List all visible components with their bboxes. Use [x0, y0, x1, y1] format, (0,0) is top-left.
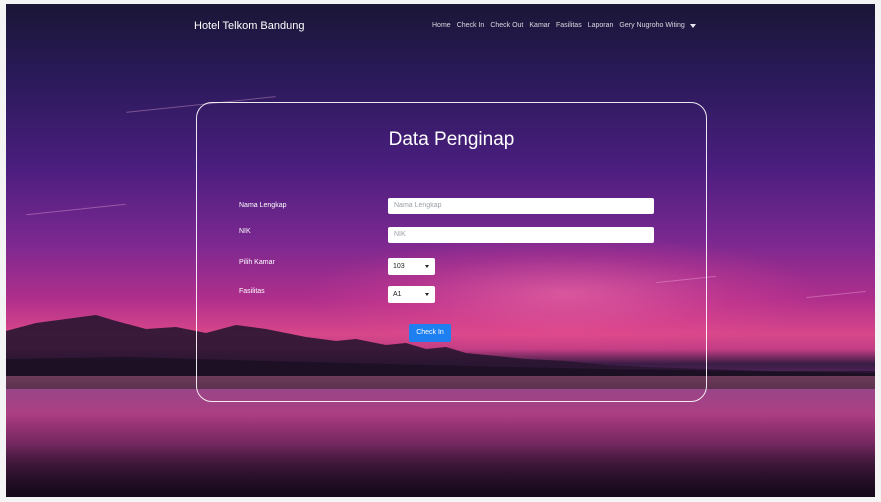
- fasilitas-select-value: A1: [393, 291, 402, 298]
- kamar-label: Pilih Kamar: [239, 259, 275, 266]
- navbar: Hotel Telkom Bandung Home Check In Check…: [6, 4, 875, 50]
- kamar-select-value: 103: [393, 263, 405, 270]
- nik-input[interactable]: [388, 227, 654, 243]
- nav-link-fasilitas[interactable]: Fasilitas: [556, 22, 582, 29]
- brand-title[interactable]: Hotel Telkom Bandung: [194, 20, 304, 32]
- light-streak: [26, 203, 126, 216]
- check-in-button[interactable]: Check In: [409, 324, 451, 342]
- caret-down-icon: [689, 23, 696, 28]
- nama-input[interactable]: [388, 198, 654, 214]
- nav-link-check-out[interactable]: Check Out: [490, 22, 523, 29]
- nav-links: Home Check In Check Out Kamar Fasilitas …: [432, 22, 696, 29]
- kamar-select[interactable]: 103: [388, 258, 435, 275]
- nama-label: Nama Lengkap: [239, 202, 287, 209]
- fasilitas-select[interactable]: A1: [388, 286, 435, 303]
- nik-label: NIK: [239, 228, 251, 235]
- select-arrow-icon: [425, 293, 429, 296]
- form-title: Data Penginap: [388, 129, 515, 150]
- nav-link-kamar[interactable]: Kamar: [529, 22, 550, 29]
- lake-shore: [6, 444, 875, 497]
- user-name: Gery Nugroho Witing: [619, 22, 685, 29]
- user-dropdown[interactable]: Gery Nugroho Witing: [619, 22, 696, 29]
- fasilitas-label: Fasilitas: [239, 288, 265, 295]
- select-arrow-icon: [425, 265, 429, 268]
- nav-link-home[interactable]: Home: [432, 22, 451, 29]
- background-image: Hotel Telkom Bandung Home Check In Check…: [6, 4, 875, 497]
- nav-link-laporan[interactable]: Laporan: [588, 22, 614, 29]
- check-in-form-card: Data Penginap Nama Lengkap NIK Pilih Kam…: [196, 102, 707, 402]
- nav-link-check-in[interactable]: Check In: [457, 22, 485, 29]
